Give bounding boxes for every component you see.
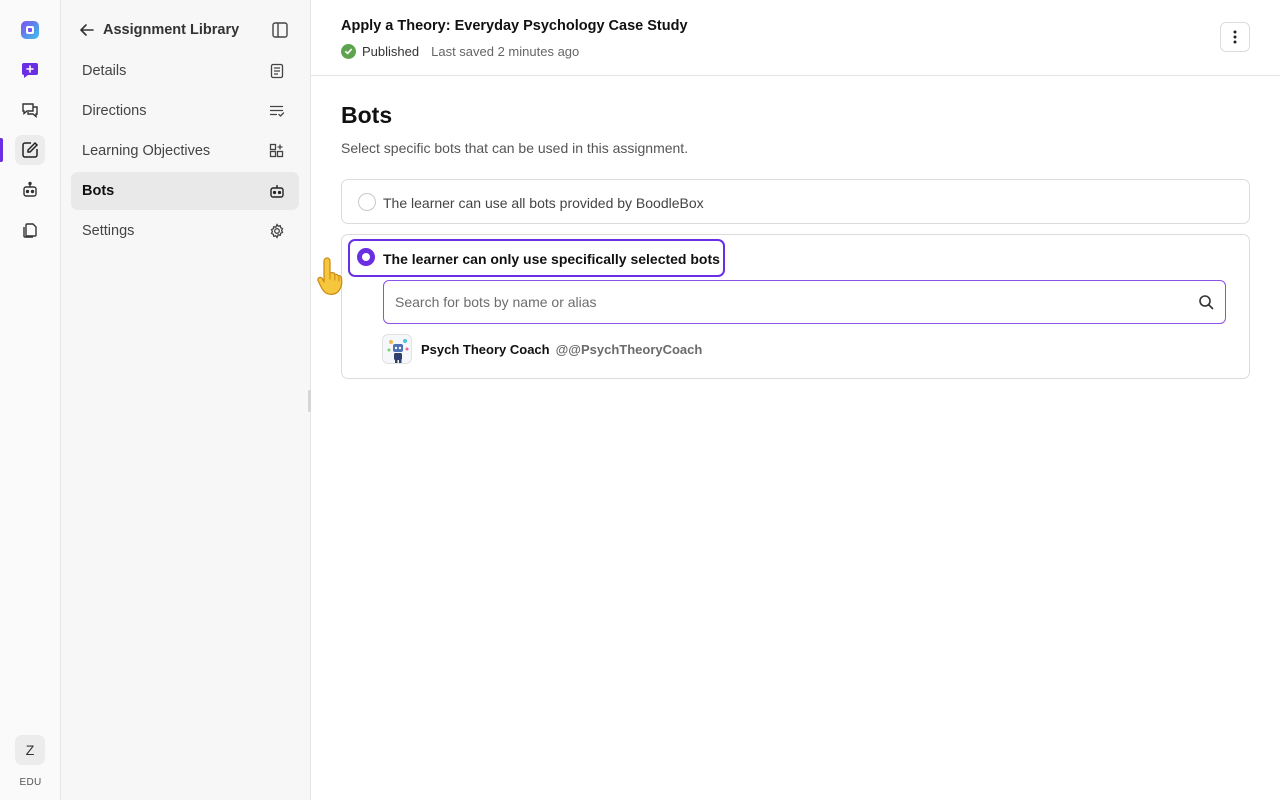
sidebar-item-label: Bots	[82, 183, 115, 199]
bots-icon[interactable]	[15, 175, 45, 205]
grid-plus-icon	[268, 142, 286, 160]
search-icon[interactable]	[1197, 293, 1215, 311]
chats-icon[interactable]	[15, 95, 45, 125]
checklist-icon	[268, 102, 286, 120]
sidebar-item-label: Directions	[82, 103, 147, 119]
bot-search	[383, 280, 1226, 324]
bot-alias: @@PsychTheoryCoach	[555, 341, 703, 357]
sidebar-resize-handle[interactable]	[308, 390, 311, 412]
sidebar-item-details[interactable]: Details	[71, 52, 299, 90]
sidebar-item-label: Learning Objectives	[82, 143, 211, 159]
sidebar-item-directions[interactable]: Directions	[71, 92, 299, 130]
sidebar-header: Assignment Library	[61, 10, 311, 50]
boodlebox-logo-icon[interactable]	[15, 15, 45, 45]
document-list-icon	[268, 62, 286, 80]
radio-all-bots[interactable]	[358, 193, 376, 211]
more-options-button[interactable]	[1220, 22, 1250, 52]
active-indicator	[0, 138, 3, 162]
bot-avatar	[382, 334, 412, 364]
app-rail: Z EDU	[0, 0, 61, 800]
check-circle-icon	[341, 43, 356, 59]
back-to-library-link[interactable]: Assignment Library	[79, 18, 239, 42]
sidebar-item-bots[interactable]: Bots	[71, 172, 299, 210]
publish-status: Published Last saved 2 minutes ago	[341, 43, 579, 59]
sidebar-item-label: Details	[82, 63, 127, 79]
assignment-header: Apply a Theory: Everyday Psychology Case…	[311, 0, 1280, 76]
bot-search-input[interactable]	[384, 281, 1184, 322]
section-description: Select specific bots that can be used in…	[341, 140, 689, 156]
more-vertical-icon	[1233, 30, 1237, 44]
files-icon[interactable]	[15, 215, 45, 245]
back-link-label: Assignment Library	[103, 22, 240, 38]
sidebar-item-learning-objectives[interactable]: Learning Objectives	[71, 132, 299, 170]
collapse-sidebar-icon[interactable]	[268, 18, 292, 42]
status-badge: Published	[362, 43, 420, 59]
bot-list-item[interactable]: Psych Theory Coach @@PsychTheoryCoach	[382, 334, 882, 364]
arrow-left-icon	[79, 22, 95, 38]
assignments-icon[interactable]	[15, 135, 45, 165]
option-all-bots[interactable]: The learner can use all bots provided by…	[341, 179, 1250, 224]
gear-icon	[268, 222, 286, 240]
option-specific-bots: The learner can only use specifically se…	[341, 234, 1250, 379]
radio-specific-bots[interactable]	[357, 248, 375, 266]
plan-badge: EDU	[19, 777, 42, 788]
option-all-bots-label: The learner can use all bots provided by…	[383, 195, 704, 211]
new-chat-icon[interactable]	[15, 55, 45, 85]
last-saved-text: Last saved 2 minutes ago	[431, 43, 580, 59]
option-specific-bots-label: The learner can only use specifically se…	[383, 251, 720, 267]
bot-icon	[268, 182, 286, 200]
option-specific-bots-toggle[interactable]: The learner can only use specifically se…	[348, 239, 725, 277]
page-title: Apply a Theory: Everyday Psychology Case…	[341, 18, 688, 34]
sidebar-item-label: Settings	[82, 223, 135, 239]
user-avatar[interactable]: Z	[15, 735, 45, 765]
assignment-sidebar: Assignment Library Details Directions Le…	[61, 0, 311, 800]
section-title: Bots	[341, 102, 393, 128]
sidebar-item-settings[interactable]: Settings	[71, 212, 299, 250]
bot-name: Psych Theory Coach	[421, 341, 550, 357]
